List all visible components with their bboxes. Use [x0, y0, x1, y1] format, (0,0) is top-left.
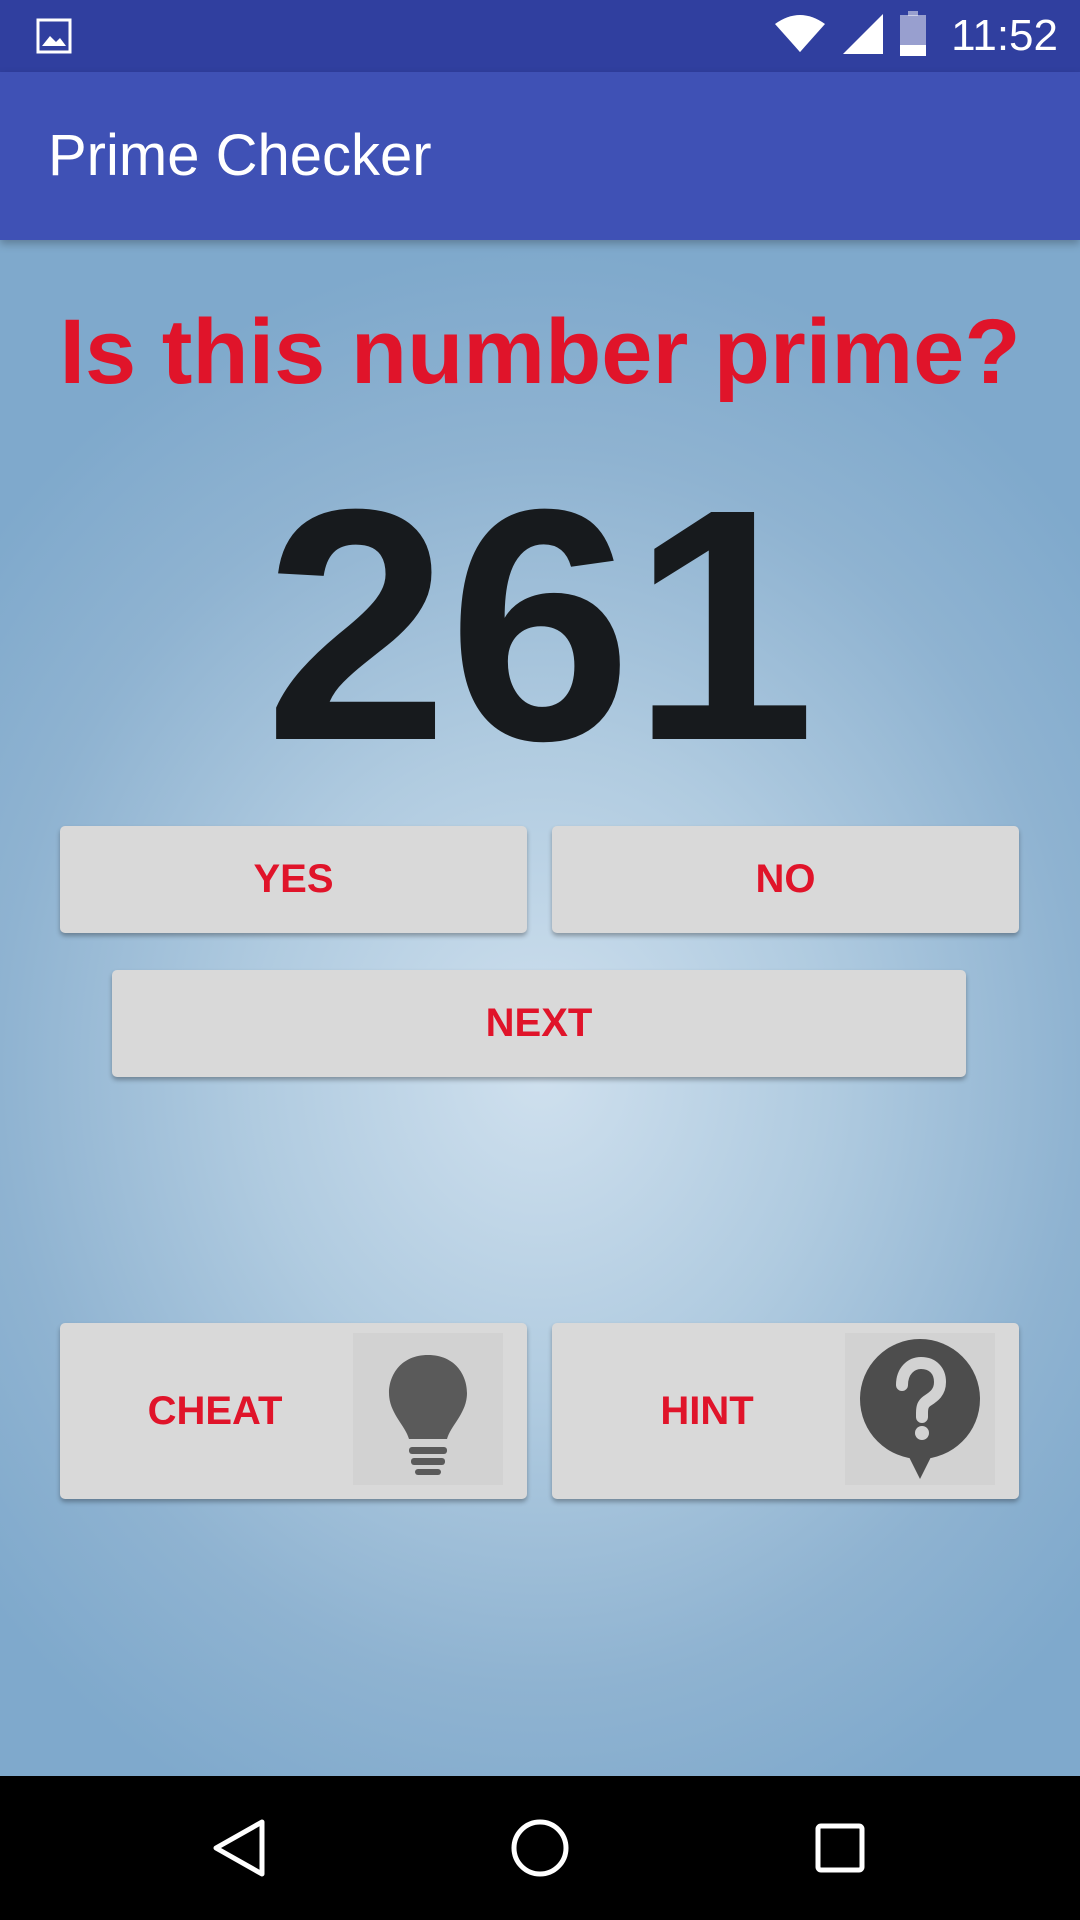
status-icons: 11:52	[773, 0, 1058, 72]
app-title: Prime Checker	[48, 123, 432, 188]
yes-button-label: YES	[253, 857, 334, 901]
battery-icon	[899, 10, 927, 62]
recents-icon[interactable]	[804, 1812, 876, 1884]
no-button[interactable]: NO	[552, 826, 1019, 933]
lightbulb-icon	[353, 1333, 503, 1485]
back-icon[interactable]	[204, 1812, 276, 1884]
question-heading: Is this number prime?	[59, 301, 1021, 403]
wifi-icon	[773, 14, 827, 59]
hint-button[interactable]: HINT	[552, 1323, 1019, 1499]
hint-button-label: HINT	[660, 1388, 754, 1433]
cheat-button[interactable]: CHEAT	[60, 1323, 527, 1499]
home-icon[interactable]	[504, 1812, 576, 1884]
status-bar: 11:52	[0, 0, 1080, 72]
next-button-label: NEXT	[485, 1001, 593, 1045]
main-content: Is this number prime? 261 YES NO NEXT CH…	[0, 240, 1080, 1776]
navigation-bar	[0, 1776, 1080, 1920]
signal-icon	[841, 12, 885, 61]
app-bar: Prime Checker	[0, 72, 1080, 240]
number-display: 261	[264, 440, 816, 809]
question-bubble-icon	[845, 1333, 995, 1485]
cheat-button-label: CHEAT	[147, 1388, 283, 1433]
next-button[interactable]: NEXT	[112, 970, 966, 1077]
no-button-label: NO	[755, 857, 816, 901]
status-time: 11:52	[951, 11, 1058, 60]
yes-button[interactable]: YES	[60, 826, 527, 933]
image-notification-icon	[36, 18, 72, 54]
